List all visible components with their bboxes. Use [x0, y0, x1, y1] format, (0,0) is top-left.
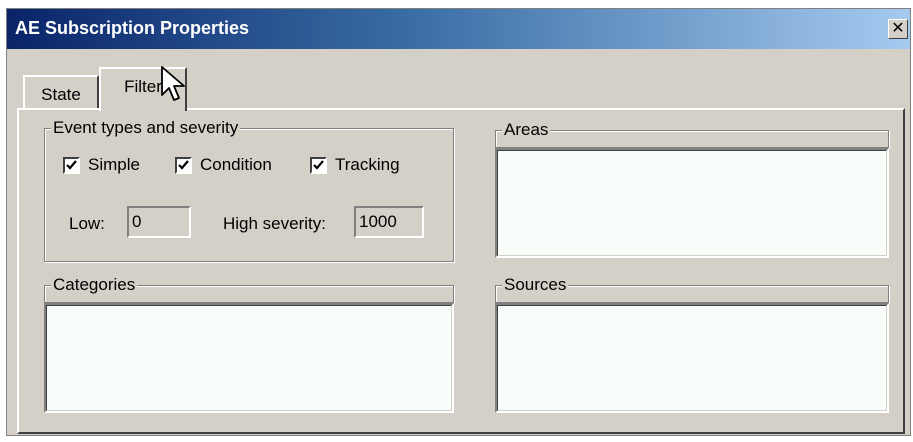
- areas-label: Areas: [502, 120, 551, 140]
- title-bar[interactable]: AE Subscription Properties ✕: [7, 9, 910, 49]
- simple-checkbox-box[interactable]: [63, 156, 80, 174]
- areas-header: Areas: [495, 120, 889, 148]
- sources-list[interactable]: [495, 303, 889, 413]
- tab-state-label: State: [41, 85, 81, 104]
- high-severity-input[interactable]: [354, 206, 424, 238]
- categories-label: Categories: [51, 275, 138, 295]
- areas-list[interactable]: [495, 148, 889, 258]
- condition-checkbox-label: Condition: [200, 155, 272, 174]
- condition-checkbox-box[interactable]: [175, 156, 192, 174]
- condition-checkbox[interactable]: Condition: [175, 155, 272, 175]
- tracking-checkbox-box[interactable]: [310, 156, 327, 174]
- close-button[interactable]: ✕: [888, 19, 908, 39]
- categories-header: Categories: [44, 275, 454, 303]
- check-icon: [66, 159, 77, 170]
- simple-checkbox[interactable]: Simple: [63, 155, 140, 175]
- check-icon: [178, 159, 189, 170]
- event-types-legend: Event types and severity: [51, 118, 241, 138]
- filter-tab-panel: Event types and severity Simple Conditio…: [17, 108, 905, 434]
- sources-header: Sources: [495, 275, 889, 303]
- close-icon: ✕: [891, 20, 905, 37]
- window-title: AE Subscription Properties: [15, 18, 250, 38]
- tracking-checkbox[interactable]: Tracking: [310, 155, 400, 175]
- sources-label: Sources: [502, 275, 569, 295]
- low-severity-input[interactable]: [127, 206, 191, 238]
- low-label: Low:: [69, 214, 105, 233]
- check-icon: [313, 159, 324, 170]
- event-types-group: Event types and severity Simple Conditio…: [44, 118, 454, 262]
- simple-checkbox-label: Simple: [88, 155, 140, 174]
- properties-dialog: AE Subscription Properties ✕ State Filte…: [6, 8, 911, 436]
- mouse-pointer-icon: [161, 66, 185, 101]
- categories-list[interactable]: [44, 303, 454, 413]
- high-severity-label: High severity:: [223, 214, 326, 233]
- tracking-checkbox-label: Tracking: [335, 155, 400, 174]
- tab-state[interactable]: State: [23, 75, 99, 109]
